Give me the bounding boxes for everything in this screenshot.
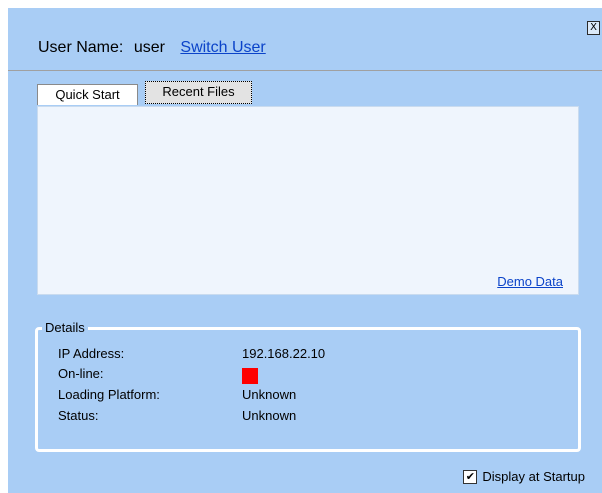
demo-data-link[interactable]: Demo Data — [497, 274, 563, 289]
status-label: Status: — [58, 408, 99, 423]
user-name-label: User Name: — [38, 39, 124, 56]
ip-address-label: IP Address: — [58, 346, 125, 361]
start-dialog: X User Name: user Switch User Quick Star… — [8, 8, 602, 493]
recent-files-panel: Demo Data — [37, 106, 579, 295]
details-title: Details — [42, 320, 88, 335]
online-label: On-line: — [58, 366, 104, 381]
user-header: User Name: user Switch User — [38, 39, 272, 57]
loading-platform-value: Unknown — [242, 387, 297, 402]
user-name-value: user — [133, 39, 165, 56]
header-divider — [8, 70, 602, 71]
online-status-indicator — [242, 368, 258, 384]
display-at-startup-checkbox[interactable]: ✔ — [463, 469, 478, 484]
status-value: Unknown — [242, 408, 297, 423]
close-button[interactable]: X — [587, 21, 600, 35]
details-group: Details IP Address: 192.168.22.10 On-lin… — [35, 320, 581, 452]
tab-quick-start[interactable]: Quick Start — [37, 84, 138, 105]
display-at-startup-option[interactable]: ✔ Display at Startup — [463, 469, 585, 484]
display-at-startup-label: Display at Startup — [482, 469, 585, 484]
tab-recent-files[interactable]: Recent Files — [145, 81, 252, 104]
loading-platform-label: Loading Platform: — [58, 387, 160, 402]
ip-address-value: 192.168.22.10 — [242, 346, 326, 361]
switch-user-link[interactable]: Switch User — [180, 39, 265, 56]
